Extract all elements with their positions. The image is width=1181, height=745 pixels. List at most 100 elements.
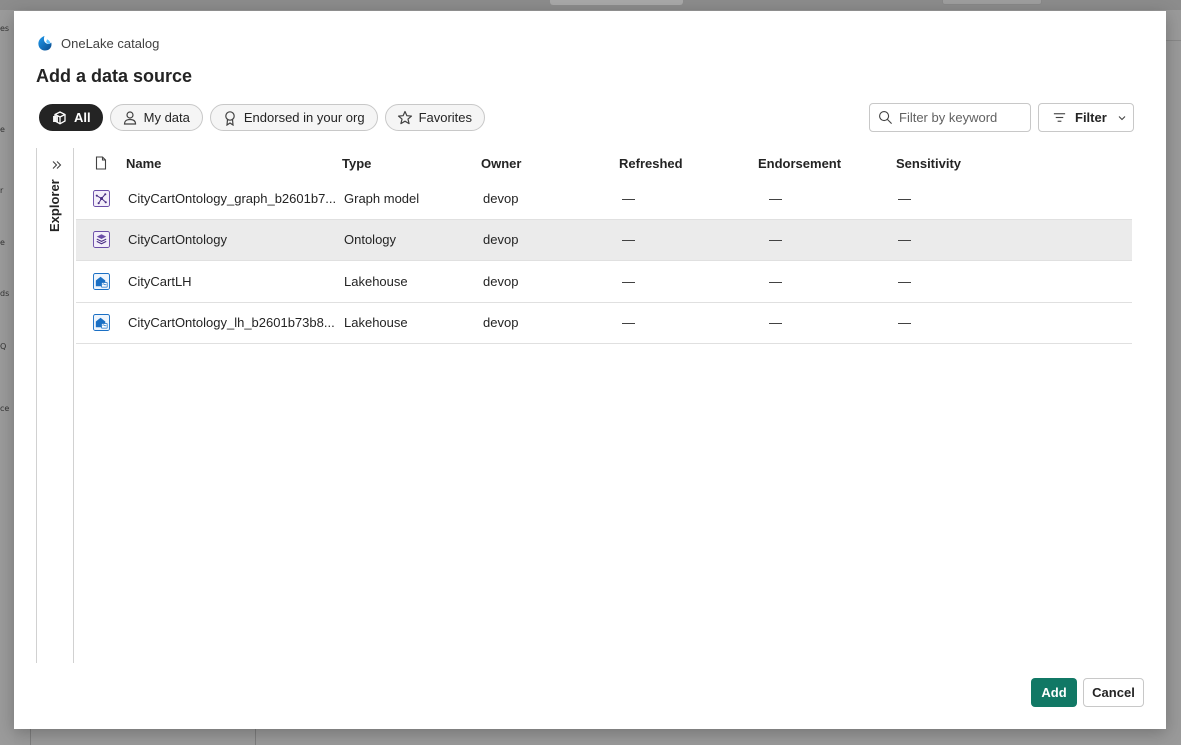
empty-dash — [898, 240, 911, 242]
row-owner: devop — [483, 315, 519, 331]
row-sensitivity — [896, 274, 1026, 289]
row-refreshed — [619, 315, 758, 330]
backdrop-divider — [1166, 40, 1181, 41]
search-icon — [879, 111, 892, 124]
empty-dash — [769, 240, 782, 242]
expand-chevrons-icon[interactable] — [51, 159, 63, 171]
column-header-name[interactable]: Name — [126, 156, 342, 171]
dialog-title: Add a data source — [36, 66, 193, 86]
table-row[interactable]: CityCartOntology_graph_b2601b7... Graph … — [76, 178, 1132, 220]
row-owner: devop — [483, 190, 519, 206]
lakehouse-icon — [92, 314, 110, 332]
empty-dash — [898, 323, 911, 325]
empty-dash — [898, 198, 911, 200]
chip-label: Endorsed in your org — [243, 110, 365, 125]
column-header-sensitivity[interactable]: Sensitivity — [896, 156, 1026, 171]
file-type-header — [76, 156, 126, 170]
empty-dash — [622, 198, 635, 200]
row-type: Graph model — [344, 190, 420, 206]
empty-dash — [622, 281, 635, 283]
backdrop-nav-fragment: e — [0, 238, 5, 247]
filter-button[interactable]: Filter — [1038, 103, 1134, 132]
document-icon — [95, 156, 107, 170]
backdrop-divider — [255, 729, 256, 745]
row-owner: devop — [483, 273, 519, 289]
chip-label: My data — [143, 110, 190, 125]
row-icon-cell — [76, 189, 126, 207]
catalog-header: OneLake catalog — [36, 35, 159, 52]
star-icon — [397, 110, 412, 124]
row-sensitivity — [896, 232, 1026, 247]
explorer-pane: Explorer — [36, 148, 74, 663]
cancel-button[interactable]: Cancel — [1083, 678, 1144, 707]
backdrop-nav-fragment: r — [0, 186, 4, 195]
backdrop-nav-fragment: ce — [0, 404, 10, 413]
backdrop-nav-fragment: ds — [0, 289, 10, 298]
row-name: CityCartLH — [128, 273, 192, 289]
row-icon-cell — [76, 231, 126, 249]
explorer-label[interactable]: Explorer — [47, 179, 62, 232]
data-source-table: Name Type Owner Refreshed Endorsement Se… — [76, 148, 1132, 344]
row-endorsement — [758, 315, 896, 330]
empty-dash — [769, 281, 782, 283]
row-endorsement — [758, 274, 896, 289]
backdrop-nav-fragment: e — [0, 125, 5, 134]
row-icon-cell — [76, 314, 126, 332]
row-name: CityCartOntology_graph_b2601b7... — [128, 190, 337, 206]
chip-favorites[interactable]: Favorites — [384, 104, 486, 131]
table-row[interactable]: CityCartLH Lakehouse devop — [76, 261, 1132, 303]
empty-dash — [769, 323, 782, 325]
ontology-icon — [92, 231, 110, 249]
empty-dash — [898, 281, 911, 283]
backdrop-tab — [550, 0, 683, 5]
graph-model-icon — [92, 189, 110, 207]
empty-dash — [769, 198, 782, 200]
backdrop-left-nav: es e r e ds Q ce — [0, 10, 14, 745]
empty-dash — [622, 240, 635, 242]
add-button[interactable]: Add — [1031, 678, 1077, 707]
onelake-icon — [38, 35, 52, 51]
table-row[interactable]: CityCartOntology Ontology devop — [76, 219, 1132, 261]
chip-label: All — [74, 110, 91, 125]
add-data-source-dialog: OneLake catalog Add a data source All My… — [14, 11, 1166, 729]
row-owner: devop — [483, 232, 519, 248]
row-refreshed — [619, 191, 758, 206]
chip-all[interactable]: All — [39, 104, 103, 131]
column-header-endorsement[interactable]: Endorsement — [758, 156, 896, 171]
row-sensitivity — [896, 191, 1026, 206]
filter-icon — [1053, 113, 1066, 122]
keyword-filter-input[interactable] — [899, 110, 1029, 125]
person-icon — [123, 110, 136, 125]
column-header-owner[interactable]: Owner — [481, 156, 619, 171]
row-icon-cell — [76, 272, 126, 290]
column-header-type[interactable]: Type — [342, 156, 481, 171]
row-endorsement — [758, 232, 896, 247]
chip-my-data[interactable]: My data — [109, 104, 203, 131]
row-name: CityCartOntology — [128, 232, 227, 248]
cube-icon — [53, 110, 66, 125]
chip-endorsed[interactable]: Endorsed in your org — [209, 104, 378, 131]
row-type: Lakehouse — [344, 315, 408, 331]
scope-chip-group: All My data Endorsed in your org Favorit… — [39, 104, 486, 131]
empty-dash — [622, 323, 635, 325]
row-name: CityCartOntology_lh_b2601b73b8... — [128, 315, 335, 331]
filter-label: Filter — [1075, 110, 1107, 125]
row-type: Ontology — [344, 232, 397, 248]
row-type: Lakehouse — [344, 273, 408, 289]
row-refreshed — [619, 232, 758, 247]
backdrop-nav-fragment: es — [0, 24, 10, 33]
chevron-down-icon — [1118, 115, 1126, 120]
row-sensitivity — [896, 315, 1026, 330]
ribbon-icon — [225, 110, 235, 126]
row-refreshed — [619, 274, 758, 289]
column-header-refreshed[interactable]: Refreshed — [619, 156, 758, 171]
backdrop-divider — [30, 729, 31, 745]
table-header: Name Type Owner Refreshed Endorsement Se… — [76, 148, 1132, 178]
backdrop-nav-fragment: Q — [0, 342, 7, 351]
lakehouse-icon — [92, 272, 110, 290]
catalog-name: OneLake catalog — [61, 36, 160, 51]
chip-label: Favorites — [418, 110, 473, 125]
backdrop-tab — [942, 0, 1042, 5]
row-endorsement — [758, 191, 896, 206]
table-row[interactable]: CityCartOntology_lh_b2601b73b8... Lakeho… — [76, 303, 1132, 344]
